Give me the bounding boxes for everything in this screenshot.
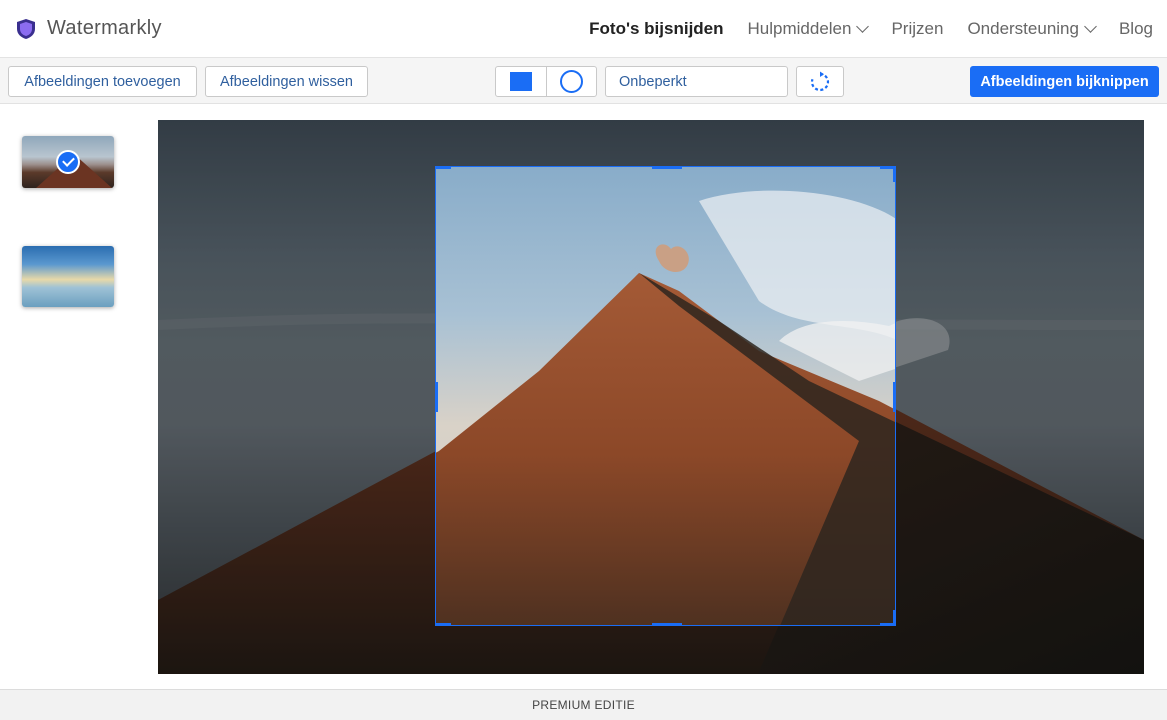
edition-label: PREMIUM EDITIE	[532, 698, 635, 712]
square-shape-button[interactable]	[496, 67, 546, 96]
shield-logo-icon	[17, 18, 35, 39]
main-nav: Foto's bijsnijden Hulpmiddelen Prijzen O…	[589, 19, 1153, 39]
edition-footer: PREMIUM EDITIE	[0, 689, 1167, 720]
crop-selection-box[interactable]	[435, 166, 896, 626]
selected-check-icon	[56, 150, 80, 174]
crop-handle-tr-v[interactable]	[893, 167, 895, 182]
crop-preview-image	[436, 167, 895, 625]
thumbnail-seascape[interactable]	[22, 246, 114, 307]
circle-shape-button[interactable]	[546, 67, 596, 96]
nav-pricing-label: Prijzen	[891, 19, 944, 38]
crop-handle-tl[interactable]	[436, 167, 451, 169]
chevron-down-icon	[856, 20, 870, 33]
rotate-icon	[810, 71, 830, 91]
brand-logo[interactable]: Watermarkly	[16, 17, 162, 40]
crop-handle-right[interactable]	[893, 382, 895, 412]
crop-handle-left[interactable]	[436, 382, 438, 412]
nav-crop-photos-label: Foto's bijsnijden	[589, 19, 724, 38]
crop-handle-bl[interactable]	[436, 623, 451, 625]
nav-support[interactable]: Ondersteuning	[967, 19, 1097, 39]
nav-pricing[interactable]: Prijzen	[891, 19, 943, 39]
nav-support-label: Ondersteuning	[967, 19, 1079, 38]
aspect-ratio-select[interactable]: Onbeperkt	[605, 66, 788, 97]
rotate-button[interactable]	[796, 66, 844, 97]
brand-name: Watermarkly	[47, 17, 162, 39]
circle-icon	[560, 70, 583, 93]
nav-blog-label: Blog	[1118, 19, 1153, 38]
nav-tools[interactable]: Hulpmiddelen	[747, 19, 870, 39]
add-images-button[interactable]: Afbeeldingen toevoegen	[8, 66, 197, 97]
crop-images-button[interactable]: Afbeeldingen bijknippen	[970, 66, 1159, 97]
crop-handle-bottom[interactable]	[652, 623, 682, 625]
image-canvas[interactable]	[158, 120, 1144, 674]
chevron-down-icon	[1084, 20, 1097, 33]
clear-images-button[interactable]: Afbeeldingen wissen	[205, 66, 368, 97]
thumbnail-volcano[interactable]	[22, 136, 114, 188]
crop-handle-br-v[interactable]	[893, 610, 895, 625]
nav-tools-label: Hulpmiddelen	[747, 19, 852, 38]
square-icon	[510, 72, 532, 91]
nav-blog[interactable]: Blog	[1119, 19, 1153, 39]
top-bar: Watermarkly Foto's bijsnijden Hulpmiddel…	[0, 0, 1167, 58]
crop-handle-top[interactable]	[652, 167, 682, 169]
nav-crop-photos[interactable]: Foto's bijsnijden	[589, 19, 723, 39]
crop-shape-toggle	[495, 66, 597, 97]
